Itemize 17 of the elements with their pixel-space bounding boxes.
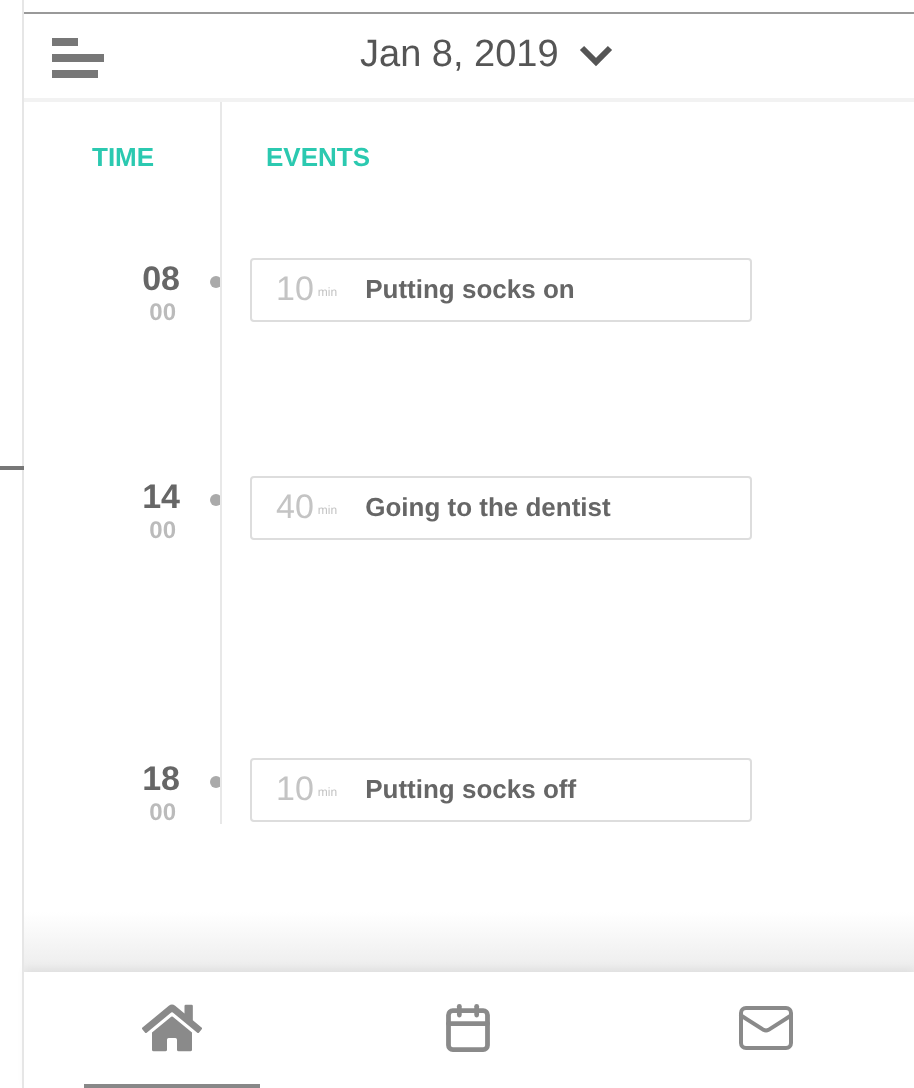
- event-title: Putting socks off: [365, 771, 577, 808]
- events-column-header: EVENTS: [266, 140, 371, 176]
- event-title: Going to the dentist: [365, 489, 611, 526]
- chevron-down-icon: [578, 44, 615, 68]
- minute-label: 00: [149, 515, 176, 543]
- calendar-icon: [442, 1000, 495, 1056]
- duration-value: 10: [276, 267, 314, 312]
- hour-label: 08: [142, 261, 180, 297]
- hour-label: 18: [142, 761, 180, 797]
- event-title: Putting socks on: [365, 271, 575, 308]
- duration-value: 40: [276, 485, 314, 530]
- minute-label: 00: [149, 297, 176, 325]
- time-column-header: TIME: [92, 140, 157, 176]
- hour-label: 14: [142, 479, 180, 515]
- duration-value: 10: [276, 767, 314, 812]
- date-picker[interactable]: Jan 8, 2019: [360, 27, 615, 85]
- minute-label: 00: [149, 797, 176, 825]
